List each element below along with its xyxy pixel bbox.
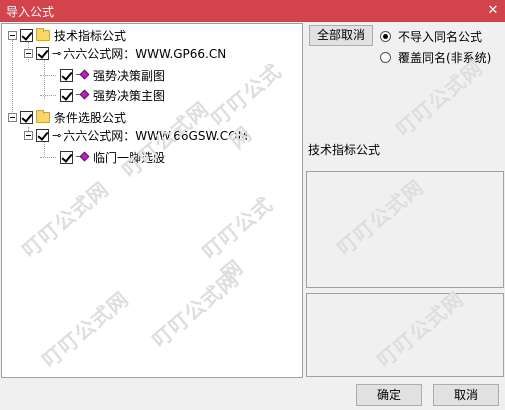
checkbox-checked[interactable] (60, 68, 73, 82)
checkbox-checked[interactable] (36, 128, 49, 142)
watermark-text: 叮叮公式网 (391, 55, 488, 142)
checkbox-checked[interactable] (20, 110, 33, 124)
key-icon: ⊸ (52, 128, 61, 142)
checkbox-checked[interactable] (60, 88, 73, 102)
watermark-text: 叮叮公式网 (37, 286, 134, 373)
collapse-icon[interactable] (8, 112, 17, 122)
watermark-text: 叮叮公式网 (197, 191, 278, 287)
window-title: 导入公式 (6, 5, 55, 19)
formula-icon (76, 69, 90, 81)
key-icon: ⊸ (52, 46, 61, 60)
folder-icon (36, 109, 50, 123)
watermark-text: 叮叮公式网 (17, 176, 114, 263)
radio-label: 不导入同名公式 (398, 30, 483, 44)
radio-label: 覆盖同名(非系统) (398, 51, 492, 65)
radio-skip-duplicates[interactable]: 不导入同名公式 (380, 28, 482, 45)
title-bar: 导入公式 ✕ (0, 0, 505, 22)
folder-icon (36, 27, 50, 41)
tree-node-technical[interactable]: 技术指标公式 (8, 26, 126, 44)
tree-line (40, 74, 56, 76)
tree-node-label: 强势决策主图 (93, 88, 166, 103)
tree-node-label: 强势决策副图 (93, 68, 166, 83)
tree-node-source-gp66[interactable]: ⊸ 六六公式网：WWW.GP66.CN (24, 44, 226, 62)
tree-node-formula[interactable]: 临门一脚选股 (40, 148, 165, 166)
collapse-icon[interactable] (24, 130, 33, 140)
options-panel: 全部取消 不导入同名公式 覆盖同名(非系统) 技术指标公式 叮叮公式网 叮叮公式… (306, 23, 504, 378)
tree-line (12, 40, 13, 118)
tree-node-screener[interactable]: 条件选股公式 (8, 108, 126, 126)
radio-unselected-icon[interactable] (380, 52, 391, 63)
collapse-icon[interactable] (8, 30, 17, 40)
collapse-icon[interactable] (24, 48, 33, 58)
watermark-text: 叮叮公式网 (372, 286, 469, 373)
tree-line (40, 156, 56, 158)
radio-overwrite-duplicates[interactable]: 覆盖同名(非系统) (380, 49, 491, 66)
tree-node-label: 技术指标公式 (54, 28, 127, 43)
cancel-button[interactable]: 取消 (433, 384, 499, 406)
tree-node-label: 临门一脚选股 (93, 150, 166, 165)
cancel-all-button[interactable]: 全部取消 (309, 25, 373, 46)
tree-node-formula[interactable]: 强势决策主图 (40, 86, 165, 104)
formula-icon (76, 151, 90, 163)
checkbox-checked[interactable] (36, 46, 49, 60)
formula-description-box: 叮叮公式网 (306, 287, 504, 377)
detail-section-title: 技术指标公式 (308, 143, 381, 157)
watermark-text: 叮叮公式网 (332, 174, 429, 261)
tree-node-source-66gsw[interactable]: ⊸ 六六公式网：WWW.66GSW.COM (24, 126, 248, 144)
formula-tree: 技术指标公式 ⊸ 六六公式网：WWW.GP66.CN 强势决策副图 强势决策主图… (1, 23, 303, 378)
formula-icon (76, 89, 90, 101)
formula-detail-box: 叮叮公式网 (306, 171, 504, 288)
checkbox-checked[interactable] (20, 28, 33, 42)
close-button[interactable]: ✕ (485, 3, 501, 19)
tree-node-label: 六六公式网：WWW.GP66.CN (63, 46, 227, 61)
radio-selected-icon[interactable] (380, 31, 391, 42)
tree-node-formula[interactable]: 强势决策副图 (40, 66, 165, 84)
checkbox-checked[interactable] (60, 150, 73, 164)
ok-button[interactable]: 确定 (356, 384, 422, 406)
watermark-text: 叮叮公式网 (147, 266, 244, 353)
tree-line (40, 94, 56, 96)
tree-node-label: 六六公式网：WWW.66GSW.COM (63, 128, 248, 143)
tree-node-label: 条件选股公式 (54, 110, 127, 125)
